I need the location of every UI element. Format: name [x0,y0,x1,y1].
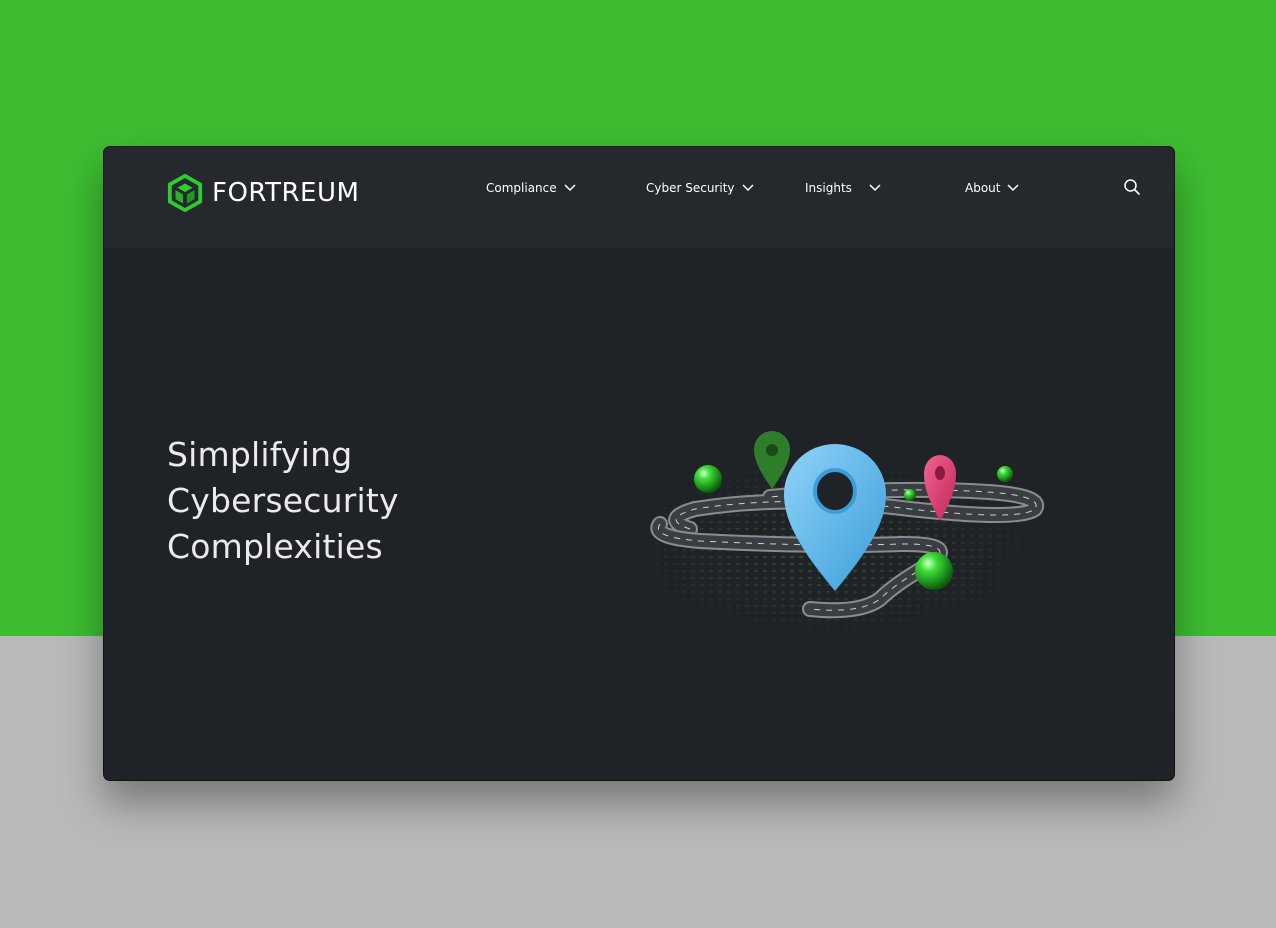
chevron-down-icon [741,184,754,192]
fortreum-cube-icon [167,174,203,212]
nav-cyber-security[interactable]: Cyber Security [646,178,755,198]
nav-insights[interactable]: Insights [805,178,882,198]
chevron-down-icon [869,184,881,192]
hero-section: Simplifying Cybersecurity Complexities [104,248,1174,780]
brand-logo-link[interactable]: FORTREUM [166,173,359,213]
hero-title-line: Cybersecurity [167,481,399,520]
chevron-down-icon [564,184,576,192]
map-pins-road-illustration [500,309,1174,709]
hero-title: Simplifying Cybersecurity Complexities [167,432,487,570]
nav-label: Compliance [486,181,557,195]
chevron-down-icon [1007,184,1020,192]
hero-title-line: Simplifying [167,435,353,474]
search-icon[interactable] [1123,178,1141,196]
nav-label: Cyber Security [646,181,735,195]
nav-label: Insights [805,181,852,195]
nav-about[interactable]: About [965,178,1020,198]
hero-title-line: Complexities [167,527,383,566]
nav-label: About [965,181,1001,195]
nav-compliance[interactable]: Compliance [486,178,577,198]
browser-window-mockup: FORTREUM Compliance Cyber Security Insig… [103,146,1175,781]
top-navigation-bar: FORTREUM Compliance Cyber Security Insig… [104,147,1174,248]
brand-name: FORTREUM [212,178,360,208]
